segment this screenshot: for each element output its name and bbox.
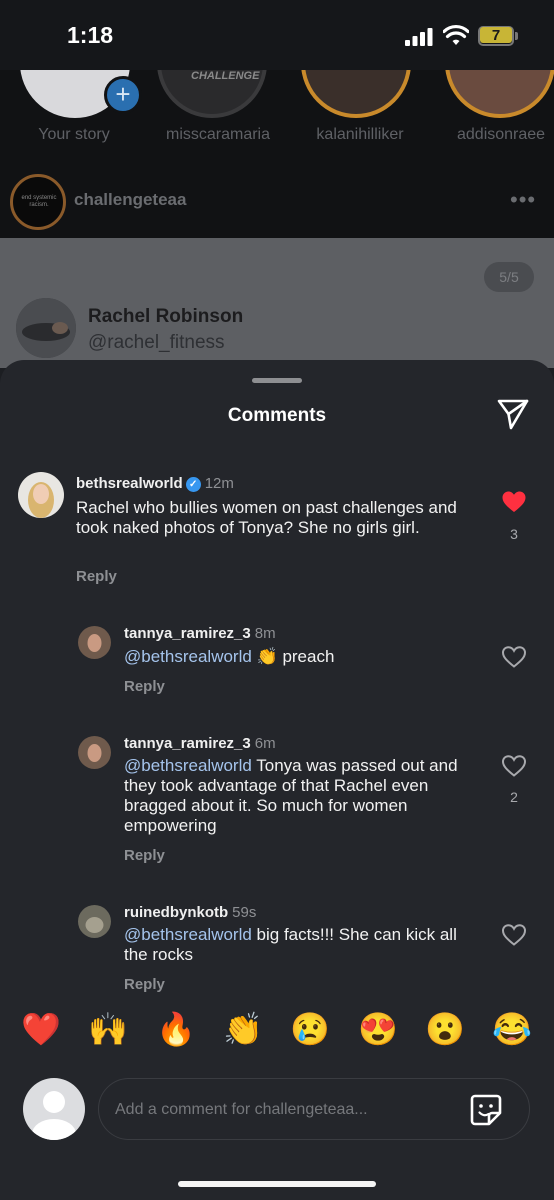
emoji-crying[interactable]: 😢 — [288, 1010, 332, 1048]
comment-body: 👏 preach — [251, 647, 335, 666]
comment-username-text[interactable]: tannya_ramirez_3 — [124, 625, 251, 642]
comment-username[interactable]: tannya_ramirez_3 6m — [124, 735, 276, 752]
sticker-icon[interactable] — [469, 1093, 503, 1127]
reply-button[interactable]: Reply — [124, 847, 165, 864]
comment-username[interactable]: tannya_ramirez_3 8m — [124, 625, 276, 642]
mention-link[interactable]: @bethsrealworld — [124, 925, 252, 944]
comment-text: Rachel who bullies women on past challen… — [76, 498, 457, 537]
carousel-counter: 5/5 — [484, 262, 534, 292]
heart-outline-icon[interactable] — [501, 923, 527, 947]
sheet-grabber[interactable] — [252, 378, 302, 383]
post-header: end systemic racism. challengeteaa ••• — [0, 170, 554, 238]
comment-avatar[interactable] — [78, 736, 111, 769]
emoji-heart[interactable]: ❤️ — [19, 1010, 63, 1048]
home-indicator[interactable] — [178, 1181, 376, 1187]
comment-username-text[interactable]: bethsrealworld — [76, 475, 183, 492]
comment-text: @bethsrealworld Tonya was passed out and… — [124, 756, 484, 836]
story-label: misscaramaria — [165, 126, 270, 143]
comment-timestamp: 8m — [254, 625, 276, 642]
mention-link[interactable]: @bethsrealworld — [124, 756, 252, 775]
comment-username-text[interactable]: tannya_ramirez_3 — [124, 735, 251, 752]
stories-tray: + Your story CHALLENGE misscaramaria kal… — [0, 70, 554, 170]
comment-timestamp: 12m — [204, 475, 234, 492]
comment-avatar[interactable] — [78, 905, 111, 938]
comment-timestamp: 6m — [254, 735, 276, 752]
emoji-clapping[interactable]: 👏 — [221, 1010, 265, 1048]
story-label: addisonraee — [457, 126, 546, 143]
like-count: 2 — [510, 789, 518, 805]
comment-username[interactable]: bethsrealworld ✓ 12m — [76, 475, 234, 492]
quoted-avatar-photo — [16, 298, 76, 358]
emoji-raised-hands[interactable]: 🙌 — [86, 1010, 130, 1048]
story-label: kalanihilliker — [316, 126, 404, 143]
wifi-icon — [443, 24, 469, 45]
avatar-photo — [78, 736, 111, 769]
current-user-avatar — [23, 1078, 85, 1140]
plus-icon[interactable]: + — [104, 76, 142, 114]
status-bar: 1:18 7 — [0, 0, 554, 70]
comment-timestamp: 59s — [232, 904, 257, 921]
post-avatar-text: end systemic racism. — [21, 195, 57, 208]
reply-button[interactable]: Reply — [76, 568, 117, 585]
avatar-photo — [18, 472, 64, 518]
emoji-surprised[interactable]: 😮 — [423, 1010, 467, 1048]
story-avatar — [301, 70, 411, 118]
story-avatar — [445, 70, 554, 118]
battery-level: 7 — [480, 27, 512, 44]
story-label: Your story — [38, 126, 110, 143]
comment-composer — [98, 1078, 530, 1140]
verified-badge-icon: ✓ — [185, 477, 201, 492]
emoji-fire[interactable]: 🔥 — [154, 1010, 198, 1048]
post-content: 5/5 Rachel Robinson @rachel_fitness — [0, 238, 554, 368]
comment-input[interactable] — [115, 1097, 455, 1123]
send-icon[interactable] — [496, 397, 530, 431]
comment-avatar[interactable] — [18, 472, 64, 518]
story-avatar: CHALLENGE — [157, 70, 267, 118]
default-avatar-icon — [32, 1091, 76, 1140]
emoji-reaction-bar: ❤️ 🙌 🔥 👏 😢 😍 😮 😂 — [0, 1010, 554, 1060]
heart-outline-icon[interactable] — [501, 645, 527, 669]
emoji-heart-eyes[interactable]: 😍 — [356, 1010, 400, 1048]
comment-avatar[interactable] — [78, 626, 111, 659]
post-author-avatar[interactable]: end systemic racism. — [10, 174, 66, 230]
battery-icon: 7 — [478, 26, 514, 46]
challenge-logo: CHALLENGE — [191, 70, 260, 82]
comment-text: @bethsrealworld 👏 preach — [124, 647, 484, 667]
quoted-avatar — [16, 298, 76, 358]
mention-link[interactable]: @bethsrealworld — [124, 647, 252, 666]
sheet-title: Comments — [227, 405, 327, 426]
cellular-signal-icon — [405, 28, 433, 46]
ellipsis-icon[interactable]: ••• — [510, 187, 536, 213]
comment-username[interactable]: ruinedbynkotb 59s — [124, 904, 256, 921]
post-author-username[interactable]: challengeteaa — [74, 190, 186, 210]
avatar-photo — [78, 626, 111, 659]
status-time: 1:18 — [67, 22, 114, 48]
heart-outline-icon[interactable] — [501, 754, 527, 778]
battery-tip — [515, 32, 518, 40]
like-count: 3 — [510, 526, 518, 542]
comment-text: @bethsrealworld big facts!!! She can kic… — [124, 925, 484, 965]
quoted-handle: @rachel_fitness — [88, 332, 225, 353]
reply-button[interactable]: Reply — [124, 678, 165, 695]
emoji-laughing[interactable]: 😂 — [490, 1010, 534, 1048]
reply-button[interactable]: Reply — [124, 976, 165, 993]
quoted-name: Rachel Robinson — [88, 306, 244, 327]
heart-filled-icon[interactable] — [501, 490, 527, 514]
avatar-photo — [78, 905, 111, 938]
comment-username-text[interactable]: ruinedbynkotb — [124, 904, 228, 921]
